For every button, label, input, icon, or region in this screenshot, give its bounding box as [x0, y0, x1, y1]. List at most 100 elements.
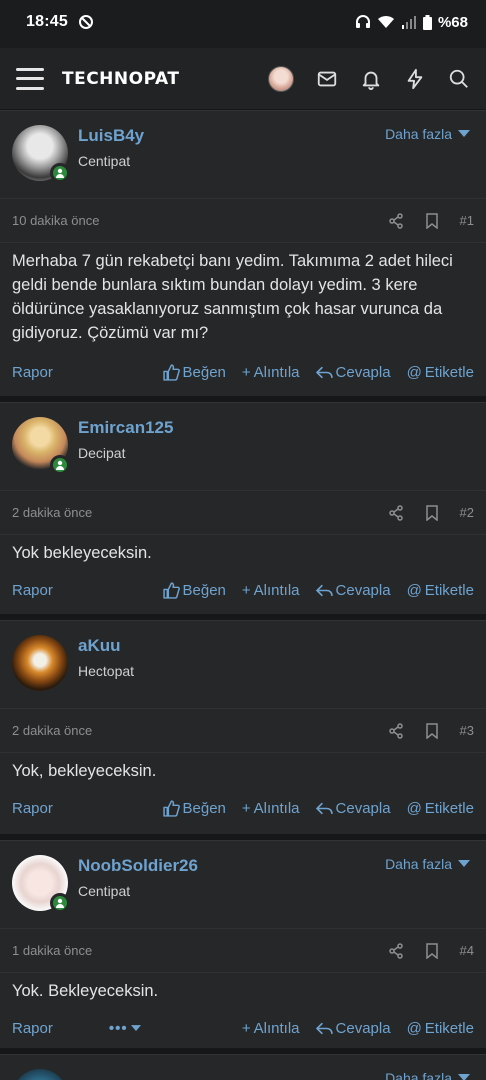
share-icon[interactable] — [388, 722, 404, 739]
quote-button[interactable]: + Alıntıla — [242, 364, 300, 381]
report-link[interactable]: Rapor — [12, 582, 53, 599]
post-body: Yok bekleyeceksin. — [12, 544, 152, 562]
share-icon[interactable] — [388, 504, 404, 521]
reply-button[interactable]: Cevapla — [315, 1019, 391, 1037]
like-label: Beğen — [182, 581, 226, 599]
post-time[interactable]: 2 dakika önce — [12, 505, 92, 520]
bookmark-icon[interactable] — [424, 504, 440, 521]
tag-label: Etiketle — [424, 799, 474, 817]
search-icon[interactable] — [448, 68, 470, 90]
share-icon[interactable] — [388, 942, 404, 959]
user-avatar[interactable] — [268, 65, 294, 92]
plus-icon: + — [241, 1019, 251, 1037]
more-label: Daha fazla — [385, 126, 452, 142]
bookmark-icon[interactable] — [424, 722, 440, 739]
quote-label: Alıntıla — [253, 1019, 300, 1037]
more-label: Daha fazla — [385, 856, 452, 872]
online-indicator — [50, 893, 70, 913]
bell-icon[interactable] — [360, 68, 382, 90]
username[interactable]: Emircan125 — [78, 418, 173, 438]
post-number[interactable]: #3 — [460, 723, 474, 738]
bolt-icon[interactable] — [404, 68, 426, 90]
post-body: Yok. Bekleyeceksin. — [12, 982, 159, 1000]
battery-level: %68 — [437, 13, 468, 31]
quote-button[interactable]: + Alıntıla — [242, 800, 300, 817]
site-logo[interactable]: TECHNOPAT — [62, 69, 179, 89]
chevron-down-icon — [458, 860, 470, 867]
more-button[interactable]: Daha fazla — [385, 1070, 470, 1080]
plus-icon: + — [241, 363, 251, 381]
more-button[interactable]: Daha fazla — [385, 126, 470, 142]
post-meta: 2 dakika önce #3 — [0, 709, 486, 753]
quote-button[interactable]: + Alıntıla — [242, 582, 300, 599]
tag-button[interactable]: @ Etiketle — [407, 1020, 474, 1037]
report-link[interactable]: Rapor — [12, 364, 53, 381]
avatar[interactable] — [12, 417, 70, 475]
tag-button[interactable]: @ Etiketle — [407, 582, 474, 599]
mail-icon[interactable] — [316, 68, 338, 90]
avatar[interactable] — [12, 855, 70, 913]
avatar[interactable] — [12, 1069, 68, 1080]
more-actions-button[interactable]: ••• — [109, 1020, 141, 1037]
tag-label: Etiketle — [424, 581, 474, 599]
like-button[interactable]: Beğen — [162, 363, 226, 381]
post-actions: Rapor Beğen + Alıntıla Cevapla @ Etiketle — [0, 785, 486, 831]
post-time[interactable]: 10 dakika önce — [12, 213, 99, 228]
post-number[interactable]: #4 — [460, 943, 474, 958]
more-button[interactable]: Daha fazla — [385, 856, 470, 872]
reply-label: Cevapla — [335, 581, 391, 599]
like-label: Beğen — [182, 799, 226, 817]
reply-button[interactable]: Cevapla — [315, 581, 391, 599]
reply-label: Cevapla — [335, 1019, 391, 1037]
username[interactable]: NoobSoldier26 — [78, 856, 198, 876]
chevron-down-icon — [458, 1074, 470, 1080]
online-indicator — [50, 163, 70, 183]
status-time: 18:45 — [26, 13, 68, 30]
post-header: aKuu Hectopat — [0, 621, 486, 709]
post-meta: 1 dakika önce #4 — [0, 929, 486, 973]
user-rank: Centipat — [78, 883, 131, 899]
thumb-up-icon — [162, 363, 180, 381]
post-4: NoobSoldier26 Centipat Daha fazla 1 daki… — [0, 840, 486, 1054]
avatar[interactable] — [12, 125, 70, 183]
thumb-up-icon — [162, 581, 180, 599]
post-time[interactable]: 1 dakika önce — [12, 943, 92, 958]
post-header: Emircan125 Decipat — [0, 403, 486, 491]
like-button[interactable]: Beğen — [162, 581, 226, 599]
bookmark-icon[interactable] — [424, 942, 440, 959]
menu-icon[interactable] — [16, 67, 44, 90]
user-rank: Decipat — [78, 445, 126, 461]
at-icon: @ — [406, 581, 422, 599]
username[interactable]: aKuu — [78, 636, 121, 656]
post-body: Merhaba 7 gün rekabetçi banı yedim. Takı… — [12, 252, 453, 342]
tag-button[interactable]: @ Etiketle — [407, 364, 474, 381]
signal-icon — [401, 16, 416, 29]
tag-button[interactable]: @ Etiketle — [407, 800, 474, 817]
like-label: Beğen — [182, 363, 226, 381]
post-number[interactable]: #2 — [460, 505, 474, 520]
quote-label: Alıntıla — [253, 799, 300, 817]
user-rank: Centipat — [78, 153, 131, 169]
like-button[interactable]: Beğen — [162, 799, 226, 817]
reply-icon — [315, 802, 333, 814]
post-number[interactable]: #1 — [460, 213, 474, 228]
at-icon: @ — [406, 363, 422, 381]
username[interactable]: LuisB4y — [78, 126, 144, 146]
reply-button[interactable]: Cevapla — [315, 800, 391, 817]
avatar[interactable] — [12, 635, 68, 691]
report-link[interactable]: Rapor — [12, 800, 53, 817]
status-bar: 18:45 %68 — [0, 0, 486, 44]
top-navbar: TECHNOPAT — [0, 48, 486, 110]
post-header: NoobSoldier26 Centipat Daha fazla — [0, 841, 486, 929]
tag-label: Etiketle — [424, 1019, 474, 1037]
share-icon[interactable] — [388, 212, 404, 229]
reply-icon — [315, 366, 333, 378]
report-link[interactable]: Rapor — [12, 1020, 53, 1037]
thumb-up-icon — [162, 799, 180, 817]
bookmark-icon[interactable] — [424, 212, 440, 229]
quote-button[interactable]: + Alıntıla — [242, 1020, 300, 1037]
post-actions: Rapor Beğen + Alıntıla Cevapla @ Etiketle — [0, 567, 486, 613]
online-indicator — [50, 455, 70, 475]
post-time[interactable]: 2 dakika önce — [12, 723, 92, 738]
reply-button[interactable]: Cevapla — [315, 364, 391, 381]
